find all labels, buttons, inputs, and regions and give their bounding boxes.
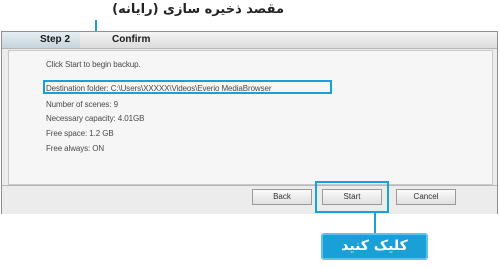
backup-wizard-window: Step 2 Confirm Click Start to begin back… — [1, 31, 498, 214]
step-bar: Step 2 Confirm — [2, 32, 497, 49]
destination-highlight — [43, 80, 332, 94]
instruction-text: Click Start to begin backup. — [46, 60, 141, 69]
scenes-count-text: Number of scenes: 9 — [46, 100, 118, 109]
free-always-text: Free always: ON — [46, 144, 105, 153]
click-pointer — [374, 213, 376, 233]
confirm-tab: Confirm — [112, 34, 151, 45]
free-space-text: Free space: 1.2 GB — [46, 129, 114, 138]
start-highlight — [315, 181, 389, 213]
destination-caption: مقصد ذخیره سازی (رایانه) — [112, 2, 284, 17]
back-button[interactable]: Back — [252, 189, 312, 205]
capacity-text: Necessary capacity: 4.01GB — [46, 114, 145, 123]
click-callout: کلیک کنید — [321, 233, 428, 260]
step-2-tab: Step 2 — [2, 32, 80, 48]
cancel-button[interactable]: Cancel — [396, 189, 456, 205]
